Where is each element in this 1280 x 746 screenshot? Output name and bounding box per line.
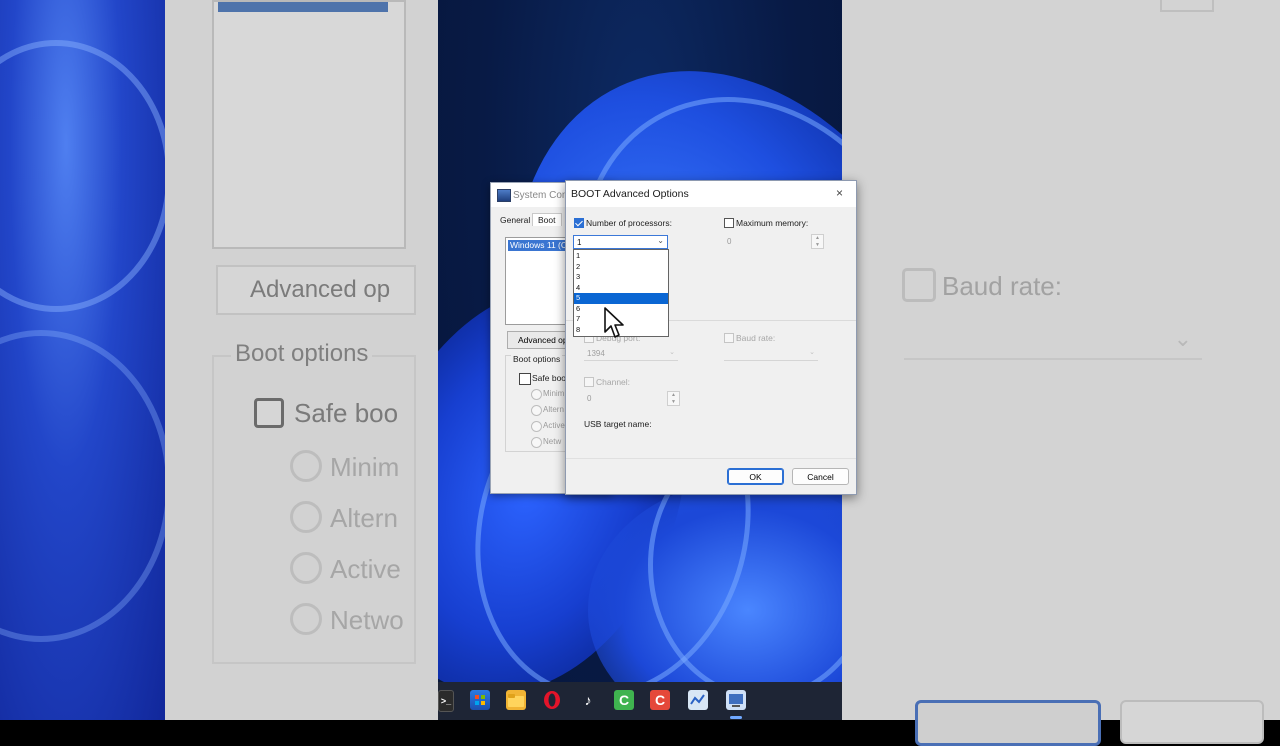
dropdown-option-selected[interactable]: 5: [574, 293, 668, 304]
background-safe-boot-checkbox: [254, 398, 284, 428]
divider: [566, 458, 856, 459]
performance-monitor-icon[interactable]: [688, 690, 708, 710]
tiktok-icon[interactable]: ♪: [578, 690, 598, 710]
spinner-value: 0: [587, 394, 592, 403]
background-radio-label: Minim: [330, 452, 400, 482]
background-radio-network: [290, 603, 322, 635]
tab-general[interactable]: General: [500, 215, 530, 225]
radio-label: Active: [543, 421, 565, 430]
background-baud-rate-checkbox: [902, 268, 936, 302]
file-explorer-icon[interactable]: [506, 690, 526, 710]
background-radio-active: [290, 552, 322, 584]
close-icon[interactable]: ×: [836, 186, 843, 200]
radio-label: Altern: [543, 405, 564, 414]
background-ok-button: [915, 700, 1101, 746]
selected-value: 1394: [587, 349, 605, 358]
camtasia-icon[interactable]: C: [614, 690, 634, 710]
baud-rate-select[interactable]: ⌄: [724, 348, 818, 361]
hand-cursor-icon: [604, 307, 624, 338]
max-memory-spinner[interactable]: 0 ▲ ▼: [724, 234, 824, 249]
spinner-arrows-icon[interactable]: ▲ ▼: [811, 234, 824, 249]
radio-label: Netw: [543, 437, 562, 446]
baud-rate-checkbox[interactable]: [724, 333, 734, 343]
system-configuration-icon[interactable]: [726, 690, 746, 710]
debug-port-select[interactable]: 1394 ⌄: [584, 348, 678, 361]
num-processors-checkbox[interactable]: [574, 218, 584, 228]
max-memory-checkbox[interactable]: [724, 218, 734, 228]
dropdown-option[interactable]: 1: [574, 251, 668, 262]
background-left-blur: Advanced op Boot options Safe boo Minim …: [0, 0, 438, 720]
spinner-value: 0: [727, 237, 732, 246]
store-icon[interactable]: [470, 690, 490, 710]
background-control-top: [1160, 0, 1214, 12]
ok-button[interactable]: OK: [727, 468, 784, 485]
background-baud-rate-label: Baud rate:: [942, 271, 1062, 301]
background-radio-minimal: [290, 450, 322, 482]
window-title: System Con: [513, 190, 568, 201]
max-memory-label: Maximum memory:: [736, 218, 809, 228]
chevron-down-icon: ⌄: [669, 349, 675, 356]
dropdown-option[interactable]: 2: [574, 262, 668, 273]
background-right-blur: [842, 0, 1280, 720]
background-boot-options-title: Boot options: [231, 340, 373, 368]
baud-rate-label: Baud rate:: [736, 333, 776, 343]
wallpaper-swirl-left: [0, 0, 172, 720]
channel-spinner[interactable]: 0 ▲ ▼: [584, 391, 680, 406]
num-processors-select[interactable]: 1 ⌄: [573, 235, 668, 249]
safe-boot-label: Safe boo: [532, 373, 567, 383]
background-radio-label: Altern: [330, 503, 398, 533]
active-app-indicator: [730, 716, 742, 719]
system-configuration-icon: [497, 189, 511, 202]
radio-alternate[interactable]: [531, 405, 542, 416]
spinner-arrows-icon[interactable]: ▲ ▼: [667, 391, 680, 406]
background-advanced-button: Advanced op: [216, 265, 416, 315]
channel-label: Channel:: [596, 377, 631, 387]
cancel-button[interactable]: Cancel: [792, 468, 849, 485]
safe-boot-checkbox[interactable]: [519, 373, 531, 385]
chevron-down-icon: ⌄: [809, 349, 815, 356]
background-radio-label: Active: [330, 554, 401, 584]
background-radio-label: Netwo: [330, 605, 404, 635]
num-processors-label: Number of processors:: [586, 218, 672, 228]
background-safe-boot-label: Safe boo: [294, 398, 399, 428]
background-boot-list: [212, 0, 406, 249]
background-baud-rate-select: ⌄: [904, 322, 1202, 360]
background-cancel-button: [1120, 700, 1264, 744]
channel-checkbox[interactable]: [584, 377, 594, 387]
terminal-icon[interactable]: >_: [438, 690, 454, 712]
taskbar: >_ ♪ C C: [438, 682, 842, 720]
chevron-down-icon: ⌄: [657, 236, 664, 245]
usb-target-label: USB target name:: [584, 419, 652, 429]
camtasia-recorder-icon[interactable]: C: [650, 690, 670, 710]
selected-value: 1: [577, 238, 582, 247]
title-bar: BOOT Advanced Options ×: [566, 181, 856, 207]
boot-options-title: Boot options: [511, 354, 563, 364]
dropdown-option[interactable]: 4: [574, 283, 668, 294]
radio-active-directory[interactable]: [531, 421, 542, 432]
dialog-title: BOOT Advanced Options: [571, 188, 689, 200]
radio-minimal[interactable]: [531, 389, 542, 400]
opera-icon[interactable]: [542, 690, 562, 710]
dropdown-option[interactable]: 3: [574, 272, 668, 283]
background-radio-alternate: [290, 501, 322, 533]
radio-network[interactable]: [531, 437, 542, 448]
chevron-down-icon: ⌄: [1173, 326, 1192, 351]
tab-boot[interactable]: Boot: [532, 213, 562, 226]
radio-label: Minim: [543, 389, 565, 398]
